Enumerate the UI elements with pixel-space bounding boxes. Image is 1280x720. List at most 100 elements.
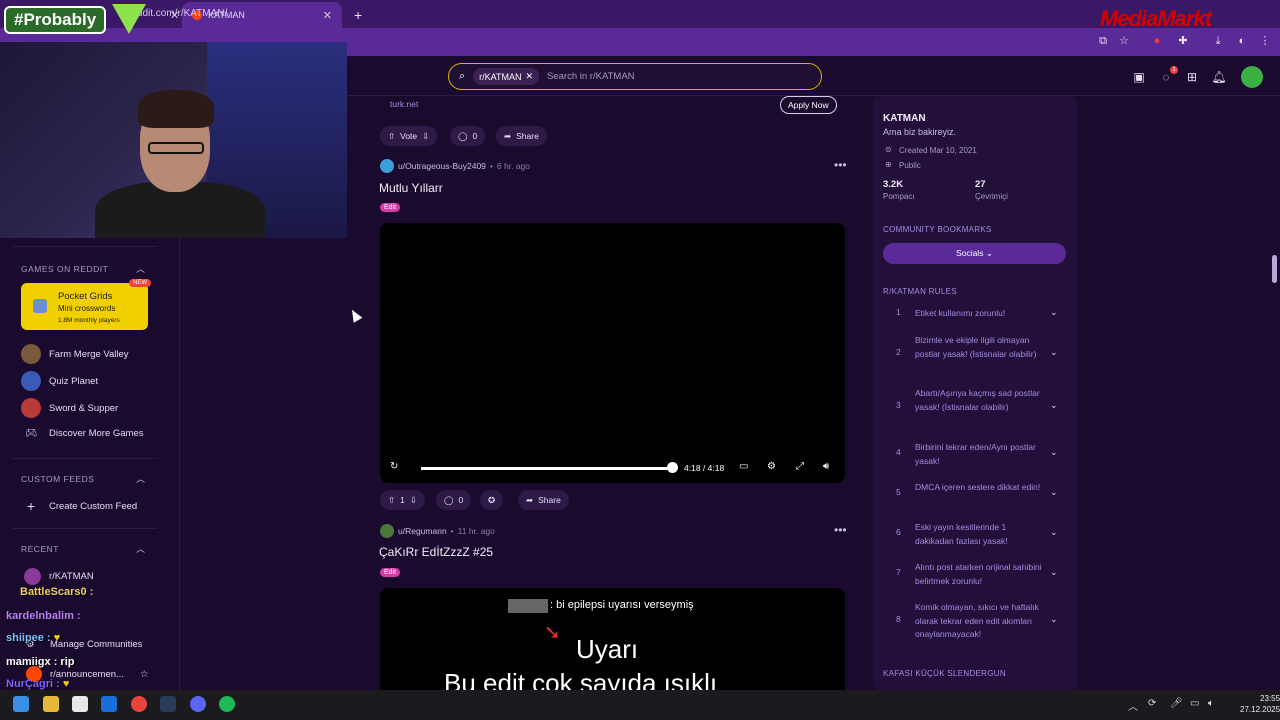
- captions-icon[interactable]: ▭: [739, 461, 748, 472]
- sidebar-item-recent-katman[interactable]: r/KATMAN: [24, 568, 94, 585]
- chevron-down-icon[interactable]: ⌄: [1050, 347, 1058, 358]
- chevron-down-icon[interactable]: ⌄: [1050, 567, 1058, 578]
- chrome-icon[interactable]: [131, 696, 147, 712]
- chevron-up-icon[interactable]: ︿: [136, 542, 145, 555]
- user-avatar[interactable]: [380, 524, 394, 538]
- new-tab-button[interactable]: +: [344, 2, 364, 28]
- post-author[interactable]: u/Outrageous-Buy2409: [398, 161, 486, 171]
- socials-dropdown[interactable]: Socials ⌄: [883, 243, 1066, 264]
- stream-brand-logo: #Probably: [4, 6, 107, 34]
- ad-domain[interactable]: turk.net: [390, 99, 418, 109]
- games-section-title[interactable]: GAMES ON REDDIT: [21, 264, 108, 274]
- vote-button[interactable]: ⇧ Vote ⇩: [380, 126, 438, 146]
- profile-avatar[interactable]: ◐: [1235, 34, 1249, 48]
- close-tab-icon[interactable]: ✕: [323, 9, 332, 22]
- post-time: 11 hr. ago: [457, 526, 495, 536]
- chevron-up-icon[interactable]: ︿: [136, 262, 145, 275]
- chevron-up-icon[interactable]: ︿: [136, 472, 145, 485]
- chevron-down-icon[interactable]: ⌄: [1050, 527, 1058, 538]
- post-title[interactable]: ÇaKıRr EdİtZzzZ #25: [379, 545, 493, 559]
- award-button[interactable]: ✪: [480, 490, 504, 510]
- sidebar-item-farm-merge-valley[interactable]: Farm Merge Valley: [21, 344, 129, 364]
- sidebar-item-quiz-planet[interactable]: Quiz Planet: [21, 371, 98, 391]
- downvote-icon[interactable]: ⇩: [410, 495, 417, 506]
- search-bar[interactable]: ⌕ r/KATMAN ✕ Search in r/KATMAN: [448, 63, 822, 90]
- notifications-bell-icon[interactable]: 🔔︎: [1211, 69, 1227, 85]
- game-card-pocket-grids[interactable]: Pocket Grids Mini crosswords 1.8M monthl…: [21, 279, 151, 330]
- system-clock[interactable]: 23:55 27.12.2025: [1240, 693, 1280, 715]
- post-title[interactable]: Mutlu Yıllarr: [379, 181, 443, 195]
- user-avatar[interactable]: [380, 159, 394, 173]
- visibility: Public: [899, 161, 921, 170]
- censored-blur: [508, 599, 548, 613]
- socials-label: Socials: [956, 248, 984, 258]
- downvote-icon[interactable]: ⇩: [422, 131, 429, 142]
- bookmark-star-icon[interactable]: ☆: [1117, 34, 1131, 48]
- spotify-icon[interactable]: [219, 696, 235, 712]
- fullscreen-icon[interactable]: ⤢: [796, 461, 804, 472]
- game-avatar: [21, 371, 41, 391]
- star-icon[interactable]: ☆: [140, 669, 149, 680]
- extension-icon[interactable]: ●: [1150, 34, 1164, 48]
- download-icon[interactable]: ⤓: [1211, 34, 1225, 48]
- comments-button[interactable]: ◯ 0: [450, 126, 486, 146]
- chevron-down-icon[interactable]: ⌄: [1050, 447, 1058, 458]
- steam-icon[interactable]: [160, 696, 176, 712]
- sidebar-item-sword-supper[interactable]: Sword & Supper: [21, 398, 118, 418]
- chevron-down-icon[interactable]: ⌄: [1050, 400, 1058, 411]
- custom-feeds-title[interactable]: CUSTOM FEEDS: [21, 474, 94, 484]
- menu-icon[interactable]: ⋮: [1258, 34, 1272, 48]
- sync-icon[interactable]: ⟳: [1148, 698, 1156, 709]
- volume-icon[interactable]: 🔊︎: [823, 461, 829, 472]
- file-explorer-icon[interactable]: [43, 696, 59, 712]
- search-input[interactable]: Search in r/KATMAN: [547, 71, 634, 82]
- heart-icon: ♥: [53, 632, 61, 644]
- game-subtitle: Mini crosswords: [58, 304, 116, 313]
- rule-number: 4: [896, 447, 901, 457]
- outlook-icon[interactable]: [101, 696, 117, 712]
- search-scope-chip[interactable]: r/KATMAN ✕: [473, 68, 540, 85]
- install-icon[interactable]: ⧉: [1096, 34, 1110, 48]
- volume-icon[interactable]: 🔈︎: [1208, 698, 1214, 709]
- video-scrubber[interactable]: [667, 462, 678, 473]
- url-field[interactable]: reddit.com/r/KATMAN/: [128, 8, 227, 19]
- chevron-down-icon[interactable]: ⌄: [1050, 307, 1058, 318]
- windows-start-icon[interactable]: [13, 696, 29, 712]
- apply-now-button[interactable]: Apply Now: [780, 96, 837, 114]
- rule-text: Bizimle ve ekiple ilgili olmayan postlar…: [915, 335, 1037, 359]
- scrollbar[interactable]: [1272, 255, 1277, 283]
- upvote-icon[interactable]: ⇧: [388, 131, 395, 142]
- chip-close-icon[interactable]: ✕: [526, 71, 534, 82]
- clock-time: 23:55: [1260, 694, 1280, 703]
- post-author[interactable]: u/Regumann: [398, 526, 447, 536]
- chat-user: shiipee: [6, 632, 44, 644]
- post-flair[interactable]: Edit: [380, 203, 401, 212]
- replay-icon[interactable]: ↻: [390, 461, 398, 472]
- upvote-icon[interactable]: ⇧: [388, 495, 395, 506]
- post-flair[interactable]: Edit: [380, 568, 401, 577]
- store-icon[interactable]: [72, 696, 88, 712]
- network-icon[interactable]: ▭: [1190, 698, 1199, 709]
- microphone-icon[interactable]: 🎤︎: [1170, 698, 1183, 709]
- advertise-icon[interactable]: ▣: [1131, 69, 1147, 85]
- discord-icon[interactable]: [190, 696, 206, 712]
- create-custom-feed-button[interactable]: + Create Custom Feed: [21, 498, 137, 514]
- more-options-icon[interactable]: •••: [834, 523, 847, 537]
- comments-button[interactable]: ◯ 0: [436, 490, 472, 510]
- user-avatar[interactable]: [1241, 66, 1263, 88]
- gamepad-icon: 🎮︎: [24, 428, 38, 439]
- vote-button[interactable]: ⇧ 1 ⇩: [380, 490, 425, 510]
- create-post-icon[interactable]: ⊞: [1184, 69, 1200, 85]
- extensions-puzzle-icon[interactable]: ✚: [1176, 34, 1190, 48]
- sidebar-item-discover-games[interactable]: 🎮︎ Discover More Games: [21, 428, 144, 439]
- chevron-down-icon[interactable]: ⌄: [1050, 614, 1058, 625]
- share-button[interactable]: ➦ Share: [496, 126, 547, 146]
- video-progress-bar[interactable]: [421, 467, 673, 470]
- more-options-icon[interactable]: •••: [834, 158, 847, 172]
- tray-chevron-icon[interactable]: ︿: [1128, 698, 1138, 713]
- video-player[interactable]: [380, 223, 845, 483]
- share-button[interactable]: ➦ Share: [518, 490, 569, 510]
- settings-gear-icon[interactable]: ⚙︎: [767, 461, 776, 472]
- recent-title[interactable]: RECENT: [21, 544, 59, 554]
- chevron-down-icon[interactable]: ⌄: [1050, 487, 1058, 498]
